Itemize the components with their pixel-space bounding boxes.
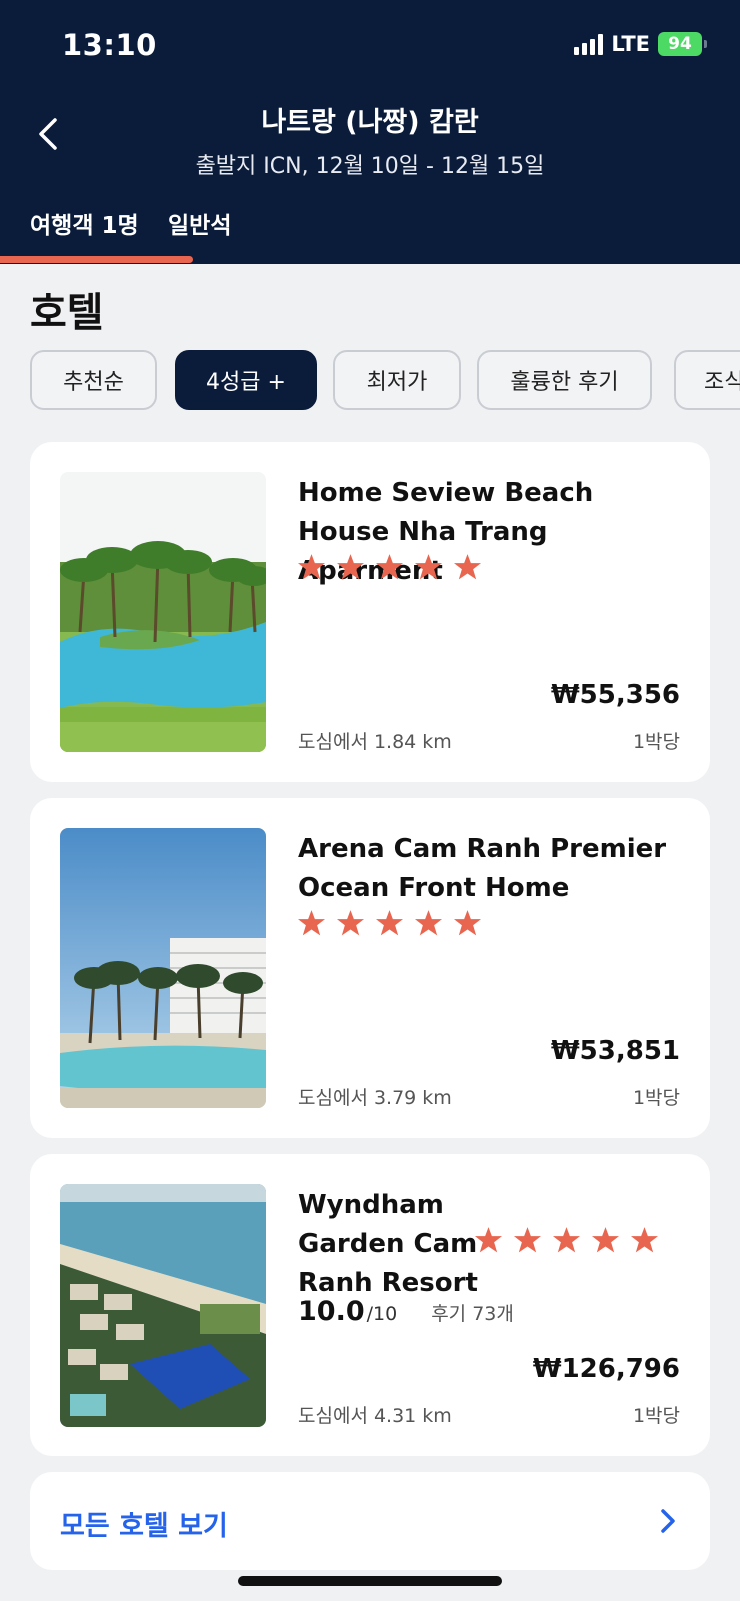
price-unit: 1박당 <box>632 731 680 753</box>
filter-chip-breakfast[interactable]: 조식 <box>674 350 740 410</box>
hotel-name: Arena Cam Ranh Premier Ocean Front Home <box>298 834 667 903</box>
view-all-label: 모든 호텔 보기 <box>60 1511 228 1542</box>
hotel-price: ₩126,796 <box>532 1354 680 1384</box>
hotel-distance: 도심에서 1.84 km <box>298 731 452 753</box>
chevron-right-icon <box>661 1509 675 1533</box>
hotel-card[interactable]: Arena Cam Ranh Premier Ocean Front Home … <box>30 798 710 1138</box>
star-rating <box>298 910 481 936</box>
hotel-photo <box>60 1184 266 1427</box>
star-icon <box>376 554 403 580</box>
review-count: 후기 73개 <box>431 1303 514 1325</box>
price-unit: 1박당 <box>632 1405 680 1427</box>
app-screen: 13:10 LTE 94 나트랑 (나짱) 캄란 출발지 ICN, 12월 10… <box>0 0 740 1601</box>
section-title: 호텔 <box>30 290 104 336</box>
filter-chip-4star[interactable]: 4성급 + <box>175 350 317 410</box>
tab-cabin-class[interactable]: 일반석 <box>168 206 231 240</box>
page-title: 나트랑 (나짱) 캄란 <box>261 107 479 138</box>
filter-chip-recommended[interactable]: 추천순 <box>30 350 157 410</box>
star-rating <box>475 1227 658 1253</box>
star-icon <box>376 910 403 936</box>
network-label: LTE <box>611 32 650 56</box>
star-icon <box>415 554 442 580</box>
header: 13:10 LTE 94 나트랑 (나짱) 캄란 출발지 ICN, 12월 10… <box>0 0 740 264</box>
hotel-card[interactable]: Home Seview Beach House Nha Trang Aparme… <box>30 442 710 782</box>
tab-travelers[interactable]: 여행객 1명 <box>30 206 139 240</box>
price-unit: 1박당 <box>632 1087 680 1109</box>
view-all-hotels-button[interactable]: 모든 호텔 보기 <box>30 1472 710 1570</box>
home-indicator <box>238 1576 502 1586</box>
status-indicators: LTE 94 <box>574 32 707 56</box>
hotel-photo <box>60 828 266 1108</box>
star-icon <box>514 1227 541 1253</box>
hotel-price: ₩53,851 <box>550 1036 680 1066</box>
filter-chip-lowest-price[interactable]: 최저가 <box>333 350 461 410</box>
hotel-distance: 도심에서 4.31 km <box>298 1405 452 1427</box>
hotel-price: ₩55,356 <box>550 680 680 710</box>
star-icon <box>475 1227 502 1253</box>
star-icon <box>631 1227 658 1253</box>
star-icon <box>415 910 442 936</box>
star-icon <box>592 1227 619 1253</box>
trip-subtitle: 출발지 ICN, 12월 10일 - 12월 15일 <box>195 154 545 179</box>
battery-level: 94 <box>668 34 692 54</box>
status-time: 13:10 <box>62 28 157 62</box>
rating-max: /10 <box>366 1303 398 1325</box>
rating-score: 10.0 <box>298 1296 365 1327</box>
star-icon <box>298 910 325 936</box>
filter-chips: 추천순 4성급 + 최저가 훌륭한 후기 조식 <box>30 350 740 412</box>
star-icon <box>454 910 481 936</box>
tab-indicator <box>0 256 193 263</box>
hotel-photo <box>60 472 266 752</box>
filter-chip-great-reviews[interactable]: 훌륭한 후기 <box>477 350 652 410</box>
review-rating: 10.0 /10 후기 73개 <box>298 1296 514 1327</box>
star-icon <box>454 554 481 580</box>
signal-icon <box>574 33 604 55</box>
hotel-card[interactable]: Wyndham Garden Cam Ranh Resort 10.0 /10 … <box>30 1154 710 1456</box>
star-icon <box>553 1227 580 1253</box>
star-icon <box>337 554 364 580</box>
hotel-distance: 도심에서 3.79 km <box>298 1087 452 1109</box>
battery-icon: 94 <box>658 32 707 56</box>
star-rating <box>298 554 481 580</box>
star-icon <box>298 554 325 580</box>
star-icon <box>337 910 364 936</box>
